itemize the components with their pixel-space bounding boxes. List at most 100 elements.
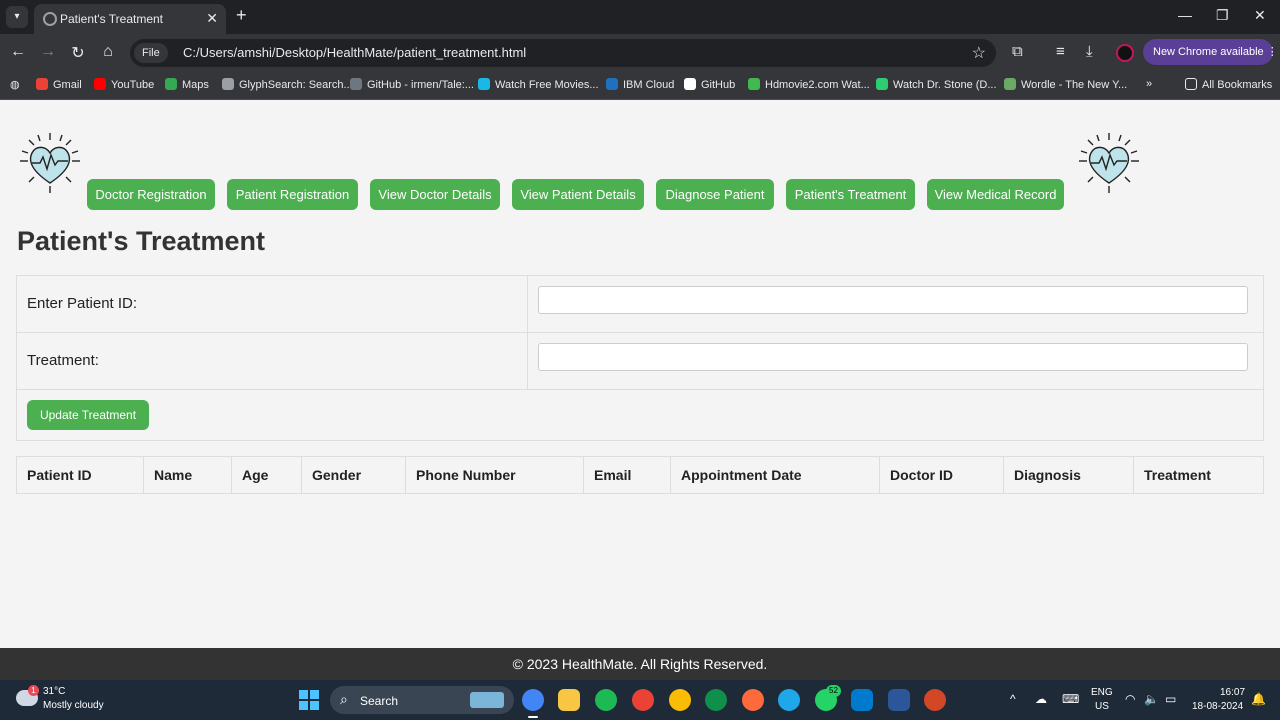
chrome-update-button[interactable]: New Chrome available ⋮ bbox=[1143, 39, 1278, 65]
spotify-icon[interactable] bbox=[595, 689, 617, 711]
apps-icon[interactable]: ◍ bbox=[10, 78, 20, 91]
address-bar[interactable]: File C:/Users/amshi/Desktop/HealthMate/p… bbox=[130, 39, 996, 67]
media-control-icon[interactable]: ≡ bbox=[1056, 43, 1065, 60]
column-header-appointment-date: Appointment Date bbox=[670, 456, 880, 494]
treatment-form: Enter Patient ID: Treatment: Update Trea… bbox=[16, 275, 1264, 441]
postman-icon[interactable] bbox=[742, 689, 764, 711]
browser-tab[interactable]: Patient's Treatment ✕ bbox=[34, 4, 226, 34]
close-tab-icon[interactable]: ✕ bbox=[206, 10, 218, 27]
gmail-icon bbox=[36, 78, 48, 90]
column-header-email: Email bbox=[583, 456, 671, 494]
bookmark-wordle[interactable]: Wordle - The New Y... bbox=[1004, 78, 1127, 91]
mongodb-icon[interactable] bbox=[705, 689, 727, 711]
bookmark-youtube[interactable]: YouTube bbox=[94, 78, 154, 91]
patient-id-input[interactable] bbox=[538, 286, 1248, 314]
keyboard-layout-indicator[interactable]: US bbox=[1095, 701, 1109, 712]
wordle-icon bbox=[1004, 78, 1016, 90]
bookmark-hdmovie2[interactable]: Hdmovie2.com Wat... bbox=[748, 78, 870, 91]
extensions-icon[interactable]: ⧉ bbox=[1012, 43, 1023, 60]
back-icon[interactable]: ← bbox=[8, 43, 28, 61]
wifi-icon[interactable]: ◠ bbox=[1125, 692, 1135, 706]
weather-badge: 1 bbox=[28, 685, 39, 696]
bookmark-github[interactable]: GitHub bbox=[684, 78, 735, 91]
notification-bell-icon[interactable]: 🔔 bbox=[1251, 692, 1266, 706]
patient-id-row: Enter Patient ID: bbox=[17, 276, 1263, 333]
chevron-up-icon[interactable]: ^ bbox=[1010, 692, 1016, 706]
windows-start-icon[interactable] bbox=[299, 690, 319, 710]
city-skyline-icon bbox=[470, 692, 504, 708]
nav-view-medical-record-button[interactable]: View Medical Record bbox=[927, 179, 1064, 210]
taskbar-search[interactable]: ⌕ Search bbox=[330, 686, 514, 714]
folder-icon bbox=[1185, 78, 1197, 90]
new-tab-icon[interactable]: + bbox=[236, 5, 247, 26]
windows-taskbar: 1 31°C Mostly cloudy ⌕ Search 52 ^ ☁ ⌨ E… bbox=[0, 680, 1280, 720]
patient-id-label: Enter Patient ID: bbox=[27, 295, 138, 312]
bookmark-dr-stone[interactable]: Watch Dr. Stone (D... bbox=[876, 78, 997, 91]
word-icon[interactable] bbox=[888, 689, 910, 711]
weather-description[interactable]: Mostly cloudy bbox=[43, 700, 104, 711]
file-explorer-icon[interactable] bbox=[558, 689, 580, 711]
chrome-profile-icon[interactable] bbox=[632, 689, 654, 711]
nav-doctor-registration-button[interactable]: Doctor Registration bbox=[87, 179, 215, 210]
treatment-input[interactable] bbox=[538, 343, 1248, 371]
weather-temperature[interactable]: 31°C bbox=[43, 686, 65, 697]
active-app-indicator bbox=[528, 716, 538, 718]
chrome-icon[interactable] bbox=[522, 689, 544, 711]
search-icon: ⌕ bbox=[340, 691, 348, 707]
play-icon bbox=[478, 78, 490, 90]
keyboard-icon[interactable]: ⌨ bbox=[1062, 692, 1079, 706]
edge-icon[interactable] bbox=[778, 689, 800, 711]
restore-icon[interactable]: ❐ bbox=[1216, 7, 1229, 24]
patients-table: Patient ID Name Age Gender Phone Number … bbox=[16, 456, 1264, 494]
battery-icon[interactable]: ▭ bbox=[1165, 692, 1176, 706]
tab-search-icon[interactable]: ▾ bbox=[6, 6, 28, 28]
page-footer: © 2023 HealthMate. All Rights Reserved. bbox=[0, 648, 1280, 680]
clock-time[interactable]: 16:07 bbox=[1220, 687, 1245, 698]
update-treatment-button[interactable]: Update Treatment bbox=[27, 400, 149, 430]
column-header-phone-number: Phone Number bbox=[405, 456, 584, 494]
file-scheme-chip[interactable]: File bbox=[134, 43, 168, 63]
table-header-row: Patient ID Name Age Gender Phone Number … bbox=[16, 456, 1264, 494]
volume-icon[interactable]: 🔈 bbox=[1144, 692, 1159, 706]
nav-diagnose-patient-button[interactable]: Diagnose Patient bbox=[656, 179, 774, 210]
bookmark-ibm-cloud[interactable]: IBM Cloud bbox=[606, 78, 674, 91]
tv-icon bbox=[876, 78, 888, 90]
more-bookmarks-icon[interactable]: » bbox=[1146, 78, 1152, 90]
bookmark-gmail[interactable]: Gmail bbox=[36, 78, 82, 91]
nav-view-doctor-details-button[interactable]: View Doctor Details bbox=[370, 179, 500, 210]
bookmark-maps[interactable]: Maps bbox=[165, 78, 209, 91]
nav-patients-treatment-button[interactable]: Patient's Treatment bbox=[786, 179, 915, 210]
profile-avatar[interactable] bbox=[1116, 44, 1134, 62]
url-text[interactable]: C:/Users/amshi/Desktop/HealthMate/patien… bbox=[183, 45, 526, 60]
forward-icon[interactable]: → bbox=[38, 43, 58, 61]
glyphsearch-icon bbox=[222, 78, 234, 90]
all-bookmarks[interactable]: All Bookmarks bbox=[1185, 78, 1272, 91]
browser-tab-bar: ▾ Patient's Treatment ✕ + — ❐ ✕ bbox=[0, 0, 1280, 34]
bookmark-glyphsearch[interactable]: GlyphSearch: Search... bbox=[222, 78, 353, 91]
bookmark-watch-free-movies[interactable]: Watch Free Movies... bbox=[478, 78, 599, 91]
download-icon[interactable]: ⤓ bbox=[1086, 43, 1093, 60]
taskbar-search-label: Search bbox=[360, 694, 399, 708]
close-window-icon[interactable]: ✕ bbox=[1254, 7, 1266, 24]
home-icon[interactable]: ⌂ bbox=[98, 43, 118, 61]
powerpoint-icon[interactable] bbox=[924, 689, 946, 711]
whatsapp-badge: 52 bbox=[826, 685, 841, 697]
github-icon bbox=[684, 78, 696, 90]
clock-date[interactable]: 18-08-2024 bbox=[1192, 701, 1243, 712]
chrome-profile-2-icon[interactable] bbox=[669, 689, 691, 711]
column-header-name: Name bbox=[143, 456, 232, 494]
onedrive-icon[interactable]: ☁ bbox=[1035, 692, 1047, 706]
bookmark-star-icon[interactable]: ☆ bbox=[972, 43, 986, 63]
page-title: Patient's Treatment bbox=[17, 226, 265, 256]
youtube-icon bbox=[94, 78, 106, 90]
column-header-gender: Gender bbox=[301, 456, 406, 494]
language-indicator[interactable]: ENG bbox=[1091, 687, 1113, 698]
column-header-doctor-id: Doctor ID bbox=[879, 456, 1004, 494]
nav-patient-registration-button[interactable]: Patient Registration bbox=[227, 179, 358, 210]
treatment-row: Treatment: bbox=[17, 333, 1263, 390]
vscode-icon[interactable] bbox=[851, 689, 873, 711]
reload-icon[interactable]: ↻ bbox=[68, 43, 88, 63]
bookmark-github-tale[interactable]: GitHub - irmen/Tale:... bbox=[350, 78, 474, 91]
nav-view-patient-details-button[interactable]: View Patient Details bbox=[512, 179, 644, 210]
minimize-icon[interactable]: — bbox=[1178, 7, 1192, 23]
